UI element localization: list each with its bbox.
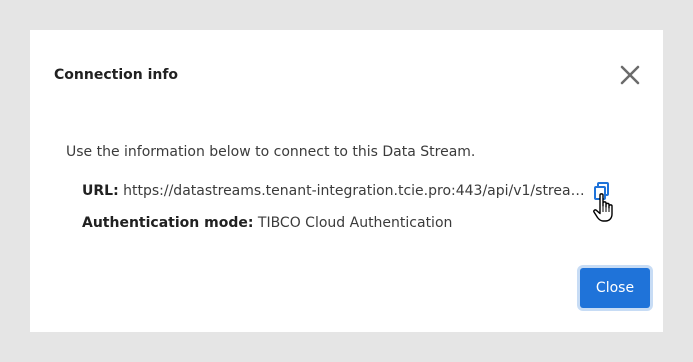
url-label: URL: (82, 183, 119, 199)
url-row: URL: https://datastreams.tenant-integrat… (82, 183, 591, 200)
connection-info-dialog: Connection info Use the information belo… (30, 30, 663, 332)
intro-text: Use the information below to connect to … (66, 144, 476, 160)
dialog-title: Connection info (54, 67, 179, 83)
auth-row: Authentication mode: TIBCO Cloud Authent… (82, 215, 452, 232)
hand-pointer-cursor (592, 192, 618, 224)
auth-label: Authentication mode: (82, 215, 254, 231)
close-icon[interactable] (617, 62, 643, 88)
auth-value: TIBCO Cloud Authentication (257, 215, 453, 231)
url-value: https://datastreams.tenant-integration.t… (123, 183, 592, 199)
close-button[interactable]: Close (580, 268, 650, 308)
